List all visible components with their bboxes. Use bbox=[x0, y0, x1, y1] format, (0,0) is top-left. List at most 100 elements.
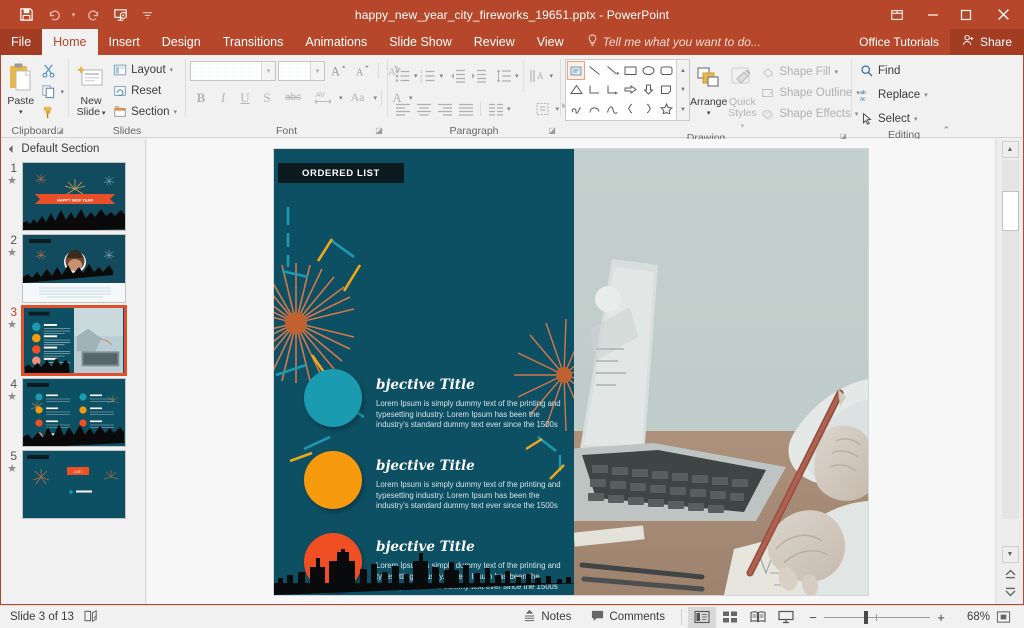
zoom-level[interactable]: 68% bbox=[954, 611, 990, 623]
font-dialog-launcher[interactable]: ◪ bbox=[374, 126, 384, 136]
format-painter-icon[interactable] bbox=[37, 102, 59, 123]
shape-effects-button[interactable]: Shape Effects ▾ bbox=[757, 103, 863, 124]
tab-view[interactable]: View bbox=[526, 29, 575, 55]
layout-button[interactable]: Layout ▾ bbox=[109, 59, 181, 80]
text-direction-icon[interactable]: A bbox=[528, 66, 549, 86]
list-item[interactable]: 4 ★ bbox=[0, 375, 145, 447]
slide-thumbnail-5[interactable]: JUST bbox=[22, 450, 126, 519]
tab-review[interactable]: Review bbox=[463, 29, 526, 55]
slide-thumbnail-1[interactable]: HAPPY NEW YEAR bbox=[22, 162, 126, 231]
increase-indent-icon[interactable] bbox=[468, 66, 489, 86]
shape-rectangle[interactable] bbox=[621, 61, 639, 80]
numbering-icon[interactable]: 123 bbox=[418, 66, 439, 86]
current-slide[interactable]: ORDERED LIST bjective Title Lorem Ipsum … bbox=[274, 149, 868, 595]
shape-elbow-arrow-connector[interactable] bbox=[603, 80, 621, 99]
zoom-out-button[interactable]: − bbox=[808, 610, 818, 625]
columns-icon[interactable] bbox=[485, 99, 506, 119]
scroll-thumb[interactable] bbox=[1002, 191, 1019, 231]
reset-button[interactable]: Reset bbox=[109, 80, 181, 101]
shapes-gallery-more-icon[interactable]: ▼ bbox=[677, 100, 689, 119]
arrange-button[interactable]: Arrange ▾ bbox=[690, 59, 727, 119]
align-text-icon[interactable] bbox=[534, 99, 555, 119]
shape-star[interactable] bbox=[657, 99, 675, 118]
font-name-input[interactable]: ▾ bbox=[190, 61, 276, 81]
maximize-icon[interactable] bbox=[949, 0, 982, 29]
tab-design[interactable]: Design bbox=[151, 29, 212, 55]
select-caret-icon[interactable]: ▾ bbox=[914, 115, 918, 123]
justify-icon[interactable] bbox=[455, 99, 476, 119]
scroll-down-icon[interactable]: ▼ bbox=[1002, 546, 1019, 563]
list-item[interactable]: 3 ★ bbox=[0, 303, 145, 375]
shape-outline-button[interactable]: Shape Outline ▾ bbox=[757, 82, 863, 103]
select-button[interactable]: Select ▾ bbox=[856, 108, 932, 129]
tab-slide-show[interactable]: Slide Show bbox=[378, 29, 463, 55]
slide-editing-area[interactable]: ORDERED LIST bjective Title Lorem Ipsum … bbox=[147, 139, 995, 605]
underline-button[interactable]: U bbox=[234, 87, 256, 108]
shape-line[interactable] bbox=[585, 61, 603, 80]
close-icon[interactable] bbox=[982, 0, 1024, 29]
cut-icon[interactable] bbox=[37, 60, 59, 81]
paste-caret-icon[interactable]: ▾ bbox=[7, 107, 34, 118]
section-collapse-icon[interactable]: ◣ bbox=[8, 144, 17, 153]
shape-curve-down[interactable] bbox=[585, 99, 603, 118]
customize-qat-icon[interactable] bbox=[135, 4, 160, 26]
strikethrough-button[interactable]: abc bbox=[278, 87, 308, 108]
slide-show-button[interactable] bbox=[772, 607, 800, 628]
italic-button[interactable]: I bbox=[212, 87, 234, 108]
shape-arrow[interactable] bbox=[603, 61, 621, 80]
list-item[interactable]: 1 ★ HAPPY NEW YEAR bbox=[0, 159, 145, 231]
zoom-track[interactable] bbox=[824, 617, 930, 618]
bullets-icon[interactable] bbox=[392, 66, 413, 86]
shapes-gallery[interactable]: ▲ ▼ ▼ bbox=[565, 59, 690, 121]
change-case-button[interactable]: Aa bbox=[343, 87, 373, 108]
text-shadow-button[interactable]: S bbox=[256, 87, 278, 108]
zoom-handle[interactable] bbox=[864, 611, 868, 624]
collapse-ribbon-icon[interactable]: ⌃ bbox=[942, 125, 950, 136]
notes-button[interactable]: Notes bbox=[513, 606, 581, 628]
slide-thumbnail-3[interactable] bbox=[22, 306, 126, 375]
fit-to-window-icon[interactable] bbox=[990, 610, 1016, 624]
change-case-caret-icon[interactable]: ▾ bbox=[373, 94, 378, 102]
section-header[interactable]: ◣ Default Section bbox=[0, 139, 145, 159]
shape-right-brace[interactable] bbox=[639, 99, 657, 118]
previous-slide-icon[interactable] bbox=[1002, 565, 1019, 582]
scroll-up-icon[interactable]: ▲ bbox=[1002, 141, 1019, 158]
section-button[interactable]: Section ▾ bbox=[109, 101, 181, 122]
bold-button[interactable]: B bbox=[190, 87, 212, 108]
office-tutorials-link[interactable]: Office Tutorials bbox=[848, 29, 950, 55]
text-direction-caret-icon[interactable]: ▾ bbox=[549, 72, 554, 80]
shapes-scroll-down-icon[interactable]: ▼ bbox=[677, 81, 689, 100]
save-icon[interactable] bbox=[14, 4, 39, 26]
font-size-dropdown-icon[interactable]: ▾ bbox=[310, 62, 324, 80]
replace-caret-icon[interactable]: ▾ bbox=[924, 91, 928, 99]
shape-fill-button[interactable]: Shape Fill ▾ bbox=[757, 61, 863, 82]
comments-button[interactable]: Comments bbox=[581, 606, 675, 628]
shapes-scroll-up-icon[interactable]: ▲ bbox=[677, 61, 689, 80]
next-slide-icon[interactable] bbox=[1002, 584, 1019, 601]
start-presentation-icon[interactable] bbox=[108, 4, 133, 26]
ribbon-display-options-icon[interactable] bbox=[878, 0, 916, 29]
new-slide-button[interactable]: New Slide ▾ bbox=[73, 58, 109, 119]
section-caret-icon[interactable]: ▾ bbox=[173, 108, 177, 116]
undo-dropdown-icon[interactable]: ▾ bbox=[68, 4, 79, 26]
tab-insert[interactable]: Insert bbox=[98, 29, 151, 55]
shape-down-arrow[interactable] bbox=[639, 80, 657, 99]
decrease-indent-icon[interactable] bbox=[447, 66, 468, 86]
font-name-dropdown-icon[interactable]: ▾ bbox=[261, 62, 275, 80]
character-spacing-button[interactable]: AV bbox=[308, 87, 338, 108]
find-button[interactable]: Find bbox=[856, 60, 932, 81]
layout-caret-icon[interactable]: ▾ bbox=[170, 66, 174, 74]
font-size-input[interactable]: ▾ bbox=[278, 61, 325, 81]
clipboard-dialog-launcher[interactable]: ◪ bbox=[55, 126, 65, 136]
zoom-in-button[interactable]: + bbox=[936, 610, 946, 625]
numbering-caret-icon[interactable]: ▾ bbox=[439, 72, 444, 80]
align-right-icon[interactable] bbox=[434, 99, 455, 119]
shape-rounded-rectangle[interactable] bbox=[657, 61, 675, 80]
reading-view-button[interactable] bbox=[744, 607, 772, 628]
shape-fill-caret-icon[interactable]: ▾ bbox=[835, 68, 839, 76]
slide-thumbnail-2[interactable] bbox=[22, 234, 126, 303]
shape-left-brace[interactable] bbox=[621, 99, 639, 118]
slide-thumbnail-4[interactable] bbox=[22, 378, 126, 447]
align-left-icon[interactable] bbox=[392, 99, 413, 119]
quick-styles-button[interactable]: Quick Styles ▾ bbox=[727, 59, 757, 132]
